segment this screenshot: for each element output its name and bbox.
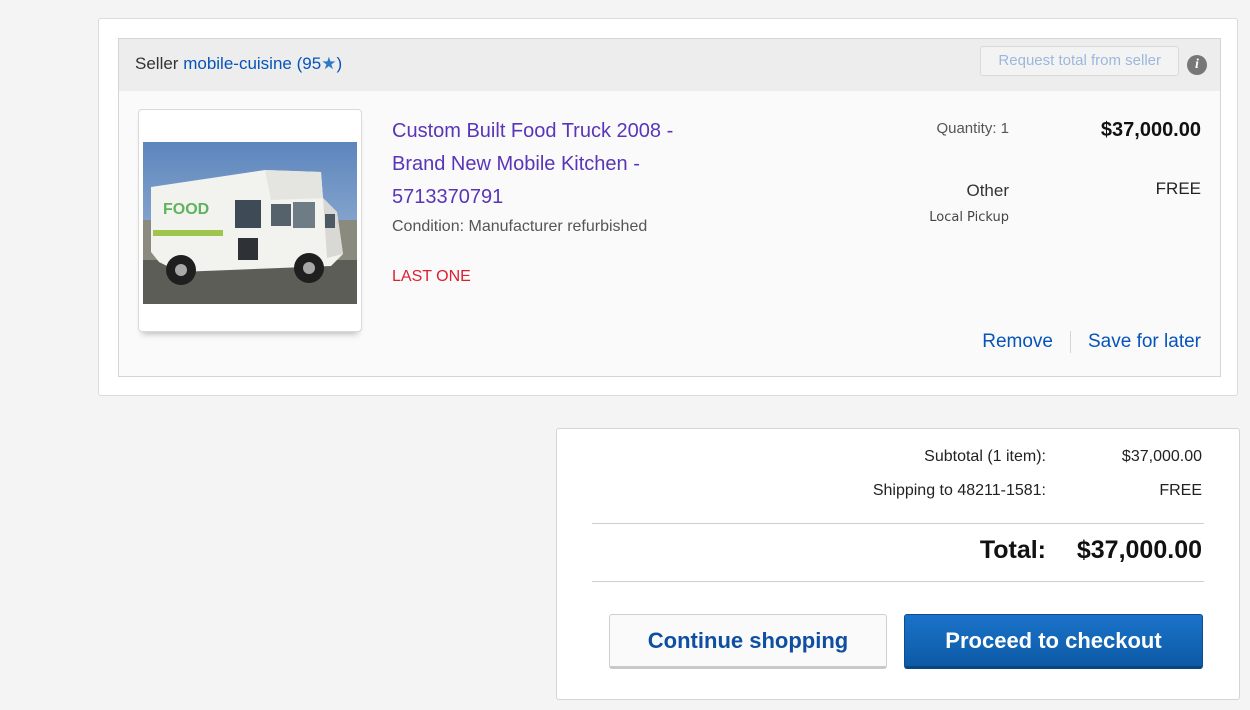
- item-actions: Remove Save for later: [982, 331, 1201, 353]
- shipping-label: Shipping to 48211-1581:: [872, 482, 1046, 499]
- item-quantity: Quantity: 1: [936, 120, 1009, 137]
- item-price: $37,000.00: [1100, 119, 1201, 141]
- shipping-type: Local Pickup: [929, 210, 1009, 225]
- request-total-button[interactable]: Request total from seller: [980, 46, 1179, 76]
- shipping-value: FREE: [1159, 482, 1202, 499]
- save-for-later-link[interactable]: Save for later: [1088, 331, 1201, 353]
- seller-name-link[interactable]: mobile-cuisine: [183, 54, 292, 73]
- star-icon: ★: [321, 54, 337, 73]
- continue-shopping-button[interactable]: Continue shopping: [609, 614, 887, 669]
- cart-item-card: Seller mobile-cuisine (95★) Request tota…: [98, 18, 1238, 396]
- order-summary: Subtotal (1 item): $37,000.00 Shipping t…: [556, 428, 1240, 700]
- item-title-link[interactable]: Custom Built Food Truck 2008 - Brand New…: [392, 115, 712, 214]
- action-divider: [1070, 331, 1071, 353]
- total-label: Total:: [979, 536, 1046, 564]
- subtotal-value: $37,000.00: [1121, 448, 1202, 465]
- shipping-method: Other: [966, 181, 1009, 200]
- subtotal-label: Subtotal (1 item):: [924, 448, 1046, 465]
- total-value: $37,000.00: [1076, 536, 1202, 564]
- item-condition: Condition: Manufacturer refurbished: [392, 218, 648, 235]
- info-icon[interactable]: i: [1187, 55, 1207, 75]
- summary-divider: [592, 523, 1204, 524]
- proceed-to-checkout-button[interactable]: Proceed to checkout: [904, 614, 1203, 669]
- stock-badge: LAST ONE: [392, 268, 471, 285]
- seller-group: Seller mobile-cuisine (95★) Request tota…: [118, 38, 1221, 377]
- seller-header: Seller mobile-cuisine (95★) Request tota…: [119, 39, 1220, 91]
- seller-feedback-score: 95: [302, 54, 322, 73]
- food-truck-photo-icon: FOOD: [143, 142, 357, 304]
- remove-link[interactable]: Remove: [982, 331, 1053, 353]
- shipping-cost: FREE: [1155, 179, 1201, 198]
- seller-prefix: Seller: [135, 54, 179, 73]
- svg-text:FOOD: FOOD: [163, 201, 209, 218]
- item-image[interactable]: FOOD: [138, 109, 362, 332]
- seller-feedback: (95★): [296, 54, 343, 73]
- summary-divider: [592, 581, 1204, 582]
- seller-info: Seller mobile-cuisine (95★): [135, 54, 342, 74]
